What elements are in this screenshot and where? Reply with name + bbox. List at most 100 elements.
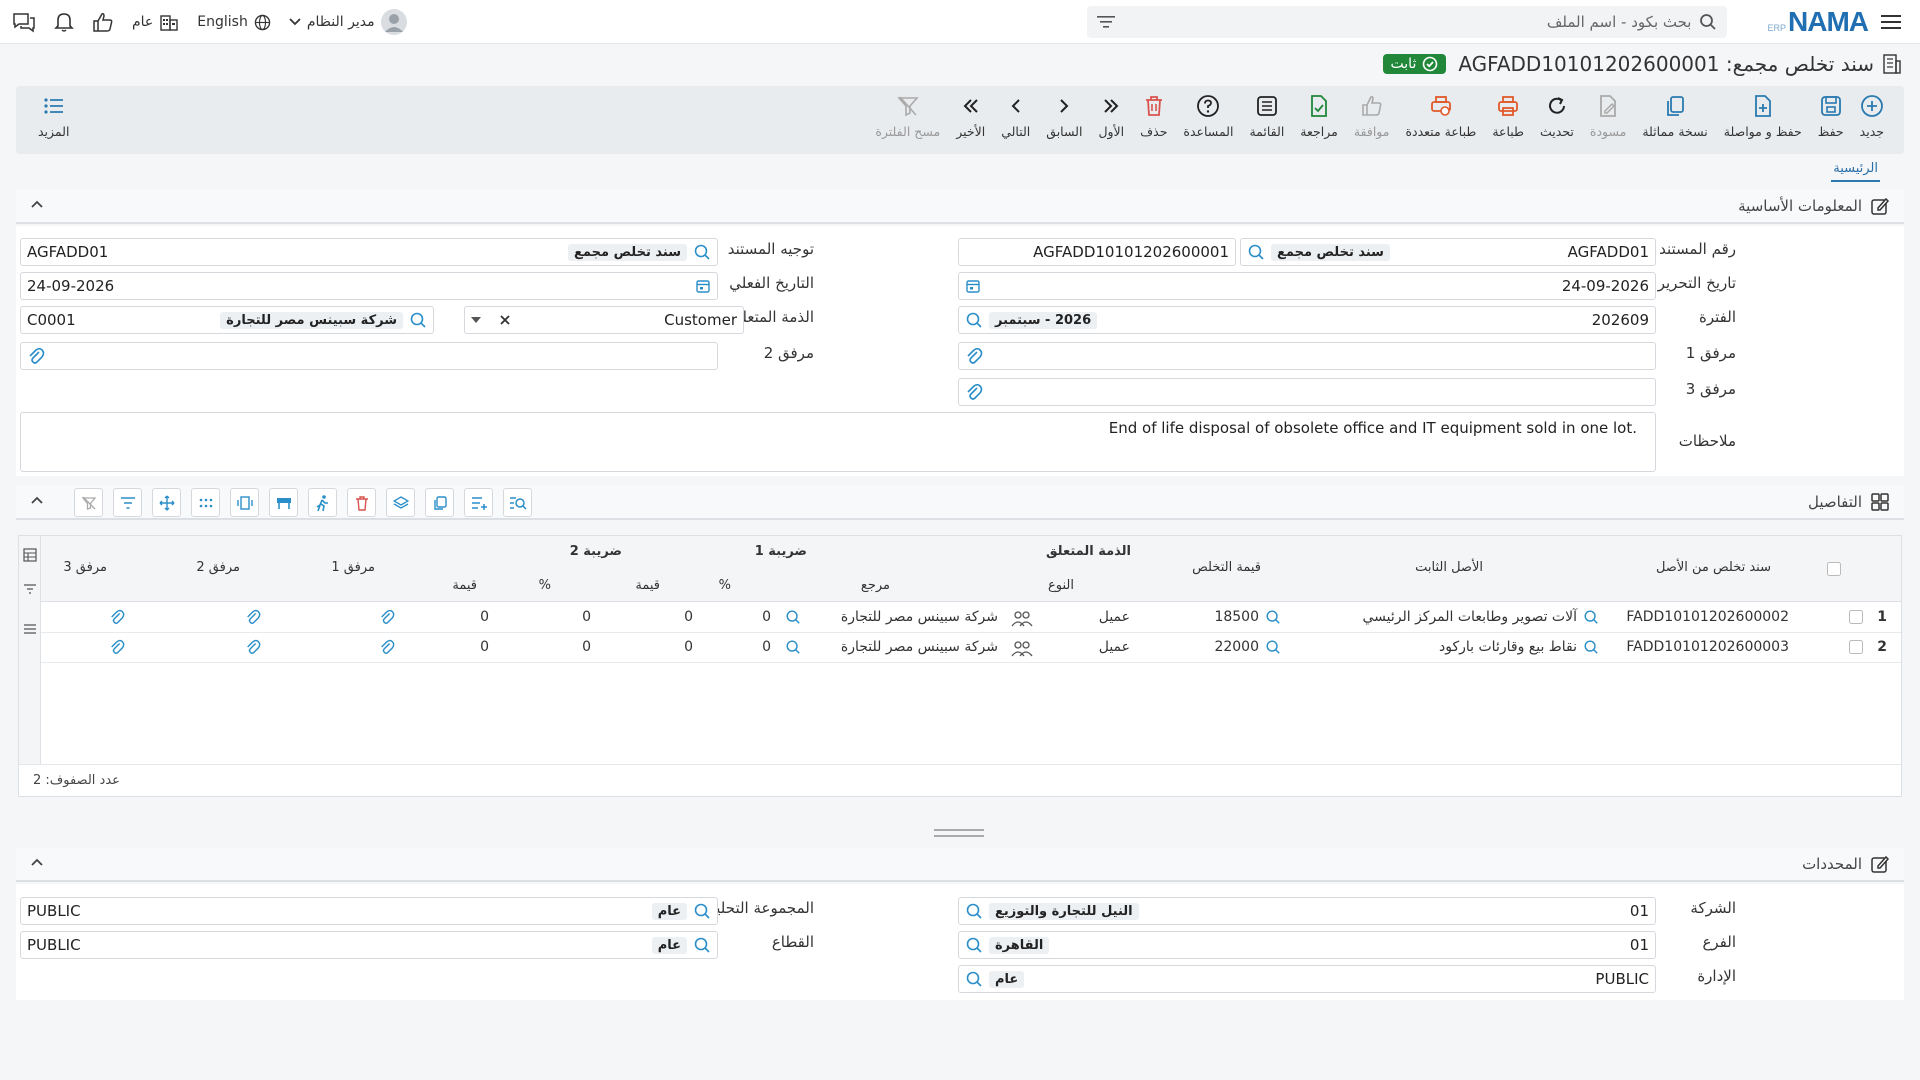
branch-field[interactable]: 01 القاهرة [958,931,1656,959]
paperclip-icon[interactable] [379,639,395,655]
dimensions-header[interactable]: المحددات [16,848,1904,882]
paperclip-icon[interactable] [27,347,45,365]
lookup-icon[interactable] [785,609,801,625]
sector-field[interactable]: عام PUBLIC [20,931,718,959]
hamburger-menu-icon[interactable] [1874,5,1908,39]
lookup-icon[interactable] [693,902,711,920]
resize-handle[interactable] [934,829,984,837]
att1-field[interactable] [958,342,1656,370]
doc-no-field[interactable]: AGFADD01 سند تخلص مجمع [1240,238,1656,266]
header-fixed-asset[interactable]: الأصل الثابت [1415,560,1483,575]
paperclip-icon[interactable] [109,609,125,625]
global-search-input[interactable]: بحث بكود - اسم الملف [1087,5,1728,38]
lookup-icon[interactable] [965,311,983,329]
doc-dir-field[interactable]: سند تخلص مجمع AGFADD01 [20,238,718,266]
analytic-field[interactable]: عام PUBLIC [20,897,718,925]
list-button[interactable]: القائمة [1241,92,1292,148]
tab-main[interactable]: الرئيسية [1831,159,1880,182]
paperclip-icon[interactable] [965,347,983,365]
grid-table-icon[interactable] [269,488,298,517]
lookup-icon[interactable] [1583,609,1599,625]
header-tax2-percent[interactable]: % [539,578,551,593]
new-button[interactable]: جديد [1852,92,1892,148]
calendar-icon[interactable] [965,278,981,294]
lookup-icon[interactable] [693,936,711,954]
review-button[interactable]: مراجعة [1292,92,1346,148]
row-checkbox[interactable] [1849,640,1863,654]
header-tax1-value[interactable]: قيمة [635,578,660,593]
previous-button[interactable]: السابق [1038,92,1090,148]
lookup-icon[interactable] [1247,243,1265,261]
duplicate-button[interactable]: نسخة مماثلة [1634,92,1715,148]
table-settings-icon[interactable] [23,548,37,562]
language-switch[interactable]: English [197,14,271,31]
grid-search-icon[interactable] [503,488,532,517]
clear-x-icon[interactable] [499,314,511,326]
header-att3[interactable]: مرفق 3 [63,560,107,575]
paperclip-icon[interactable] [109,639,125,655]
calendar-icon[interactable] [695,278,711,294]
paperclip-icon[interactable] [379,609,395,625]
first-button[interactable]: الأول [1090,92,1132,148]
period-field[interactable]: 202609 2026 - سبتمبر [958,306,1656,334]
paperclip-icon[interactable] [245,639,261,655]
header-tax2-value[interactable]: قيمة [452,578,477,593]
chevron-up-icon[interactable] [30,198,44,212]
header-reference[interactable]: مرجع [861,578,890,593]
chat-icon[interactable] [12,11,36,33]
paperclip-icon[interactable] [245,609,261,625]
save-button[interactable]: حفظ [1810,92,1852,148]
grid-columns-icon[interactable] [230,488,259,517]
save-continue-button[interactable]: حفظ و مواصلة [1716,92,1810,148]
caret-down-icon[interactable] [471,317,481,323]
grid-run-icon[interactable] [308,488,337,517]
chevron-up-icon[interactable] [30,856,44,870]
header-att2[interactable]: مرفق 2 [196,560,240,575]
row-menu-icon[interactable] [24,624,36,634]
table-row[interactable]: 2 FADD10101202600003 نقاط بيع وقارئات با… [41,633,1901,663]
more-button[interactable]: المزيد [30,92,77,148]
grid-dots-icon[interactable] [191,488,220,517]
bell-icon[interactable] [54,11,74,33]
grid-layers-icon[interactable] [386,488,415,517]
att3-field[interactable] [958,378,1656,406]
grid-delete-icon[interactable] [347,488,376,517]
user-menu[interactable]: مدير النظام [289,9,407,35]
subsidiary-type-select[interactable]: Customer [464,306,744,334]
print-button[interactable]: طباعة [1484,92,1532,148]
lookup-icon[interactable] [693,243,711,261]
lookup-icon[interactable] [1583,639,1599,655]
grid-filter-small-icon[interactable] [24,584,36,594]
help-button[interactable]: المساعدة [1175,92,1241,148]
lookup-icon[interactable] [965,970,983,988]
lookup-icon[interactable] [965,936,983,954]
company-field[interactable]: 01 النيل للتجارة والتوزيع [958,897,1656,925]
scope-switch[interactable]: عام [132,13,179,31]
approve-button[interactable]: موافقة [1346,92,1398,148]
filter-lines-icon[interactable] [1097,15,1116,29]
grid-copy-icon[interactable] [425,488,454,517]
lookup-icon[interactable] [409,311,427,329]
grid-move-icon[interactable] [152,488,181,517]
att2-field[interactable] [20,342,718,370]
grid-filter-icon[interactable] [113,488,142,517]
table-row[interactable]: 1 FADD10101202600002 آلات تصوير وطابعات … [41,603,1901,633]
header-disposal-from-asset[interactable]: سند تخلص من الأصل [1656,560,1771,575]
chevron-up-icon[interactable] [30,494,44,508]
lookup-icon[interactable] [1265,609,1281,625]
header-att1[interactable]: مرفق 1 [331,560,375,575]
basic-info-header[interactable]: المعلومات الأساسية [16,190,1904,224]
actual-date-field[interactable]: 24-09-2026 [20,272,718,300]
paperclip-icon[interactable] [965,383,983,401]
draft-button[interactable]: مسودة [1582,92,1634,148]
grid-add-row-icon[interactable] [464,488,493,517]
last-button[interactable]: الأخير [948,92,993,148]
grid-clear-filter-icon[interactable] [74,488,103,517]
dept-field[interactable]: PUBLIC عام [958,965,1656,993]
header-tax1-percent[interactable]: % [719,578,731,593]
header-disposal-value[interactable]: قيمة التخلص [1192,560,1261,575]
next-button[interactable]: التالي [993,92,1038,148]
header-type[interactable]: النوع [1048,578,1074,593]
lookup-icon[interactable] [965,902,983,920]
delete-button[interactable]: حذف [1132,92,1175,148]
